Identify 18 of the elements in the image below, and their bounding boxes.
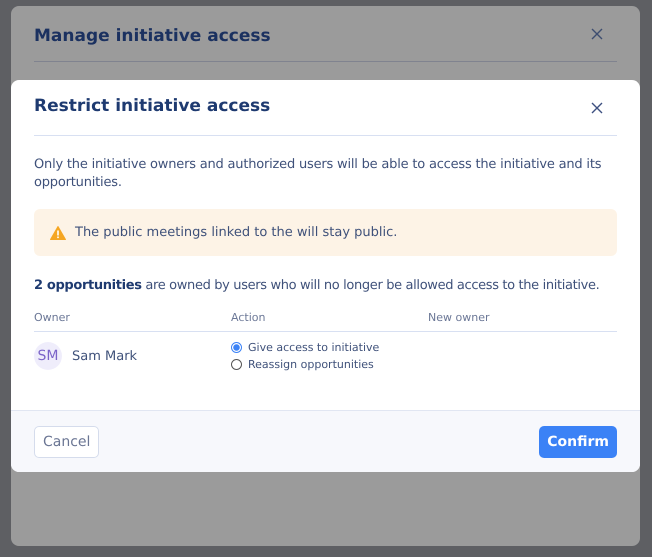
warning-icon: [50, 226, 66, 240]
avatar: SM: [34, 342, 62, 370]
radio-button[interactable]: [231, 359, 242, 370]
radio-button[interactable]: [231, 342, 242, 353]
summary-text: 2 opportunities are owned by users who will no longer be allowed access to the initiative.: [34, 278, 600, 293]
confirm-button[interactable]: Confirm: [539, 426, 617, 458]
radio-option[interactable]: Give access to initiative: [231, 341, 428, 354]
column-header: Action: [231, 311, 266, 324]
description-text: Only the initiative owners and authorized users will be able to access the initiative and its opportunities.: [34, 156, 602, 192]
dialog-title: Manage initiative access: [34, 26, 271, 46]
warning-text: The public meetings linked to the will stay public.: [75, 225, 398, 240]
close-icon[interactable]: [591, 102, 603, 114]
cancel-button[interactable]: Cancel: [34, 426, 100, 458]
owner-name: Sam Mark: [72, 348, 138, 364]
dialog-title: Restrict initiative access: [34, 96, 270, 116]
column-header: Owner: [34, 311, 71, 324]
column-header: New owner: [428, 311, 490, 324]
radio-option[interactable]: Reassign opportunities: [231, 358, 428, 371]
